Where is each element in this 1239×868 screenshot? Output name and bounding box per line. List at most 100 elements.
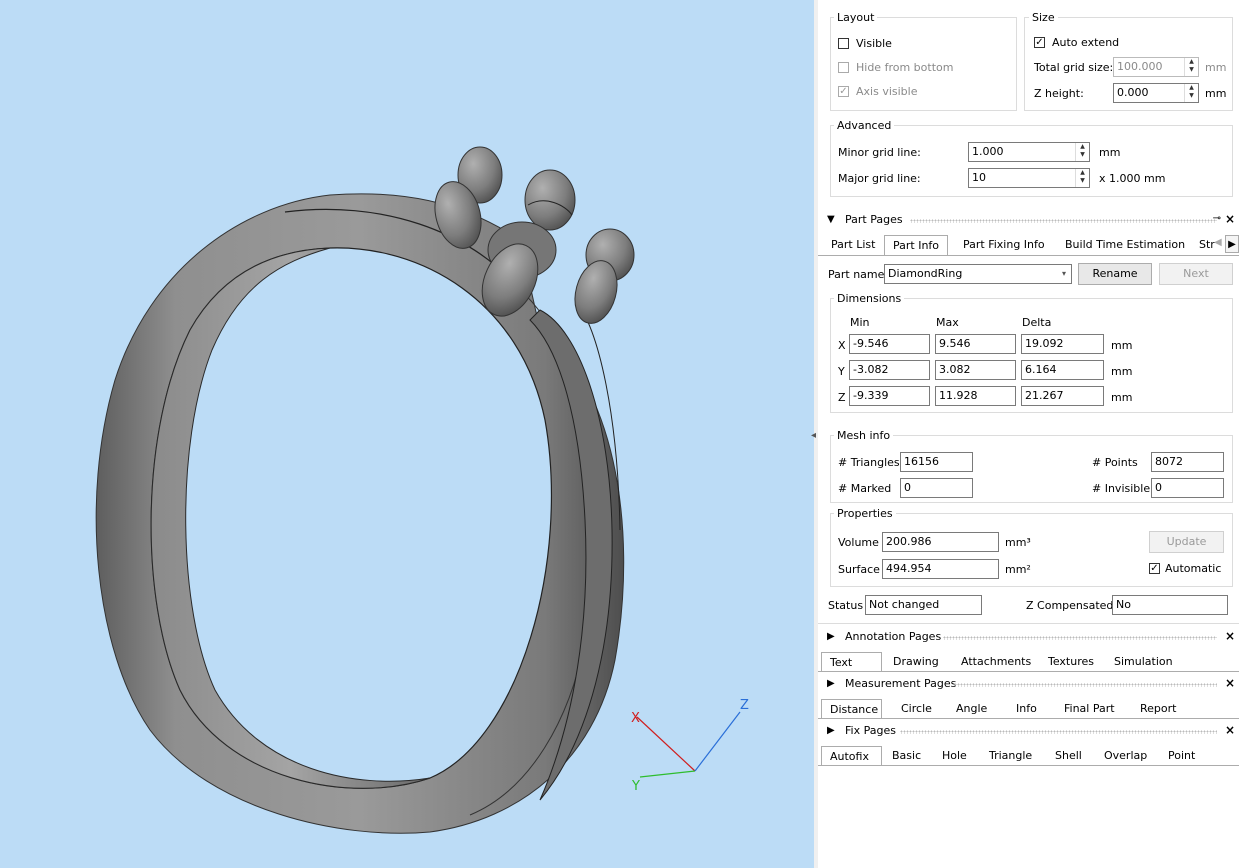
tab-report[interactable]: Report bbox=[1140, 699, 1176, 719]
tab-divider bbox=[818, 765, 1239, 766]
tab-text[interactable]: Text bbox=[821, 652, 882, 672]
dim-y-min[interactable]: -3.082 bbox=[849, 360, 930, 380]
major-grid-unit: x 1.000 mm bbox=[1099, 172, 1166, 185]
tab-point[interactable]: Point bbox=[1168, 746, 1195, 766]
tab-simulation[interactable]: Simulation bbox=[1114, 652, 1173, 672]
tab-info[interactable]: Info bbox=[1016, 699, 1037, 719]
tab-part-info[interactable]: Part Info bbox=[884, 235, 949, 255]
tab-build-time-estimation[interactable]: Build Time Estimation bbox=[1065, 235, 1185, 255]
header-grip bbox=[900, 730, 1217, 734]
minor-grid-label: Minor grid line: bbox=[838, 146, 921, 159]
points-label: # Points bbox=[1092, 456, 1138, 469]
tab-divider bbox=[818, 255, 1239, 256]
minor-grid-input[interactable]: 1.000 ▲ ▼ bbox=[968, 142, 1090, 162]
tab-scroll-right-icon[interactable]: ▶ bbox=[1225, 235, 1239, 253]
axis-visible-label: Axis visible bbox=[856, 85, 918, 98]
part-pages-title: Part Pages bbox=[845, 213, 903, 226]
part-pages-header[interactable]: ▼ Part Pages ⊸ × bbox=[818, 211, 1239, 229]
properties-title: Properties bbox=[834, 507, 896, 520]
marked-value[interactable]: 0 bbox=[900, 478, 973, 498]
surface-label: Surface bbox=[838, 563, 880, 576]
dim-x-delta[interactable]: 19.092 bbox=[1021, 334, 1104, 354]
tab-scroll-left-icon[interactable]: ◀ bbox=[1214, 237, 1222, 248]
annotation-pages-tabs: Text Drawing Attachments Textures Simula… bbox=[818, 652, 1239, 672]
tab-part-fixing-info[interactable]: Part Fixing Info bbox=[963, 235, 1045, 255]
automatic-label: Automatic bbox=[1165, 562, 1222, 575]
dim-x-max[interactable]: 9.546 bbox=[935, 334, 1016, 354]
auto-extend-checkbox[interactable]: ✓ bbox=[1034, 37, 1045, 48]
close-icon[interactable]: × bbox=[1225, 676, 1235, 690]
advanced-title: Advanced bbox=[834, 119, 895, 132]
fix-pages-header[interactable]: ▶ Fix Pages × bbox=[818, 722, 1239, 740]
major-grid-label: Major grid line: bbox=[838, 172, 921, 185]
status-value[interactable]: Not changed bbox=[865, 595, 982, 615]
hide-from-bottom-checkbox[interactable] bbox=[838, 62, 849, 73]
fix-pages-tabs: Autofix Basic Hole Triangle Shell Overla… bbox=[818, 746, 1239, 766]
close-icon[interactable]: × bbox=[1225, 629, 1235, 643]
dim-y-max[interactable]: 3.082 bbox=[935, 360, 1016, 380]
triangle-down-icon[interactable]: ▼ bbox=[827, 214, 835, 225]
surface-value[interactable]: 494.954 bbox=[882, 559, 999, 579]
triangle-right-icon[interactable]: ▶ bbox=[827, 725, 835, 736]
axis-triad: X Y Z bbox=[631, 698, 749, 794]
tab-textures[interactable]: Textures bbox=[1048, 652, 1094, 672]
dim-z-max[interactable]: 11.928 bbox=[935, 386, 1016, 406]
dim-z-delta[interactable]: 21.267 bbox=[1021, 386, 1104, 406]
tab-shell[interactable]: Shell bbox=[1055, 746, 1082, 766]
tab-attachments[interactable]: Attachments bbox=[961, 652, 1031, 672]
tab-final-part[interactable]: Final Part bbox=[1064, 699, 1115, 719]
tab-divider bbox=[818, 718, 1239, 719]
surface-unit: mm² bbox=[1005, 563, 1031, 576]
tab-autofix[interactable]: Autofix bbox=[821, 746, 882, 766]
invisible-value[interactable]: 0 bbox=[1151, 478, 1224, 498]
total-grid-input[interactable]: 100.000 ▲ ▼ bbox=[1113, 57, 1199, 77]
next-button[interactable]: Next bbox=[1159, 263, 1233, 285]
automatic-checkbox[interactable]: ✓ bbox=[1149, 563, 1160, 574]
tab-hole[interactable]: Hole bbox=[942, 746, 967, 766]
z-height-unit: mm bbox=[1205, 87, 1227, 100]
points-value[interactable]: 8072 bbox=[1151, 452, 1224, 472]
tab-divider bbox=[818, 671, 1239, 672]
tab-angle[interactable]: Angle bbox=[956, 699, 987, 719]
measurement-pages-tabs: Distance Circle Angle Info Final Part Re… bbox=[818, 699, 1239, 719]
visible-checkbox[interactable] bbox=[838, 38, 849, 49]
z-compensated-value[interactable]: No bbox=[1112, 595, 1228, 615]
tab-distance[interactable]: Distance bbox=[821, 699, 882, 719]
measurement-pages-title: Measurement Pages bbox=[845, 677, 957, 690]
tab-triangle[interactable]: Triangle bbox=[989, 746, 1032, 766]
pin-icon[interactable]: ⊸ bbox=[1213, 213, 1221, 224]
z-compensated-label: Z Compensated bbox=[1026, 599, 1114, 612]
close-icon[interactable]: × bbox=[1225, 212, 1235, 226]
tab-drawing[interactable]: Drawing bbox=[893, 652, 939, 672]
dim-z-unit: mm bbox=[1111, 391, 1133, 404]
major-grid-input[interactable]: 10 ▲ ▼ bbox=[968, 168, 1090, 188]
dim-col-min: Min bbox=[850, 316, 870, 329]
update-button[interactable]: Update bbox=[1149, 531, 1224, 553]
annotation-pages-header[interactable]: ▶ Annotation Pages × bbox=[818, 628, 1239, 646]
size-title: Size bbox=[1029, 11, 1058, 24]
close-icon[interactable]: × bbox=[1225, 723, 1235, 737]
visible-label: Visible bbox=[856, 37, 892, 50]
axis-y-label: Y bbox=[631, 779, 640, 794]
tab-circle[interactable]: Circle bbox=[901, 699, 932, 719]
tab-str[interactable]: Str bbox=[1199, 235, 1215, 255]
3d-viewport[interactable]: X Y Z bbox=[0, 0, 814, 868]
volume-value[interactable]: 200.986 bbox=[882, 532, 999, 552]
axis-visible-checkbox[interactable]: ✓ bbox=[838, 86, 849, 97]
triangle-right-icon[interactable]: ▶ bbox=[827, 678, 835, 689]
triangle-right-icon[interactable]: ▶ bbox=[827, 631, 835, 642]
tab-part-list[interactable]: Part List bbox=[831, 235, 875, 255]
measurement-pages-header[interactable]: ▶ Measurement Pages × bbox=[818, 675, 1239, 693]
header-grip bbox=[943, 636, 1217, 640]
z-height-input[interactable]: 0.000 ▲ ▼ bbox=[1113, 83, 1199, 103]
status-label: Status bbox=[828, 599, 864, 612]
properties-panel: Layout Visible Hide from bottom ✓ Axis v… bbox=[818, 0, 1239, 868]
dim-z-min[interactable]: -9.339 bbox=[849, 386, 930, 406]
part-name-select[interactable]: DiamondRing ▾ bbox=[884, 264, 1072, 284]
tab-basic[interactable]: Basic bbox=[892, 746, 921, 766]
dim-y-delta[interactable]: 6.164 bbox=[1021, 360, 1104, 380]
rename-button[interactable]: Rename bbox=[1078, 263, 1152, 285]
tab-overlap[interactable]: Overlap bbox=[1104, 746, 1147, 766]
triangles-value[interactable]: 16156 bbox=[900, 452, 973, 472]
dim-x-min[interactable]: -9.546 bbox=[849, 334, 930, 354]
